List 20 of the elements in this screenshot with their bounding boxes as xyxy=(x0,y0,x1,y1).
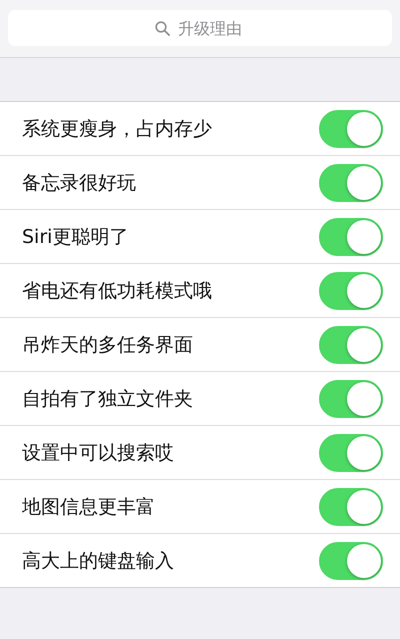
toggle-switch[interactable] xyxy=(319,542,383,580)
row-label: 备忘录很好玩 xyxy=(22,170,136,196)
toggle-switch[interactable] xyxy=(319,326,383,364)
search-field[interactable]: 升级理由 xyxy=(8,10,392,46)
toggle-switch[interactable] xyxy=(319,434,383,472)
row-label: 省电还有低功耗模式哦 xyxy=(22,278,212,304)
row-label: 高大上的键盘输入 xyxy=(22,548,174,574)
row-label: 吊炸天的多任务界面 xyxy=(22,332,193,358)
toggle-switch[interactable] xyxy=(319,488,383,526)
row-label: 自拍有了独立文件夹 xyxy=(22,386,193,412)
row-label: 设置中可以搜索哎 xyxy=(22,440,174,466)
row-label: 系统更瘦身，占内存少 xyxy=(22,116,212,142)
search-icon xyxy=(155,21,170,36)
toggle-switch[interactable] xyxy=(319,164,383,202)
toggle-switch[interactable] xyxy=(319,272,383,310)
toggle-switch[interactable] xyxy=(319,380,383,418)
toggle-switch[interactable] xyxy=(319,110,383,148)
toggle-switch[interactable] xyxy=(319,218,383,256)
row-label: 地图信息更丰富 xyxy=(22,494,155,520)
row-label: Siri更聪明了 xyxy=(22,224,128,250)
